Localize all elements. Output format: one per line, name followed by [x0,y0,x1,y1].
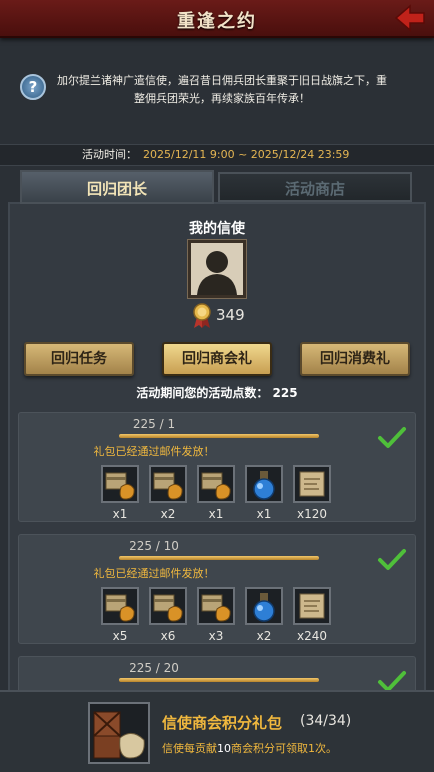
title-bar: 重逢之约 [0,0,434,38]
reward-tier: 225 / 1 礼包已经通过邮件发放！ x1 x2 x1 x1 x120 [18,412,416,522]
item-quantity: x240 [296,629,327,643]
messenger-portrait[interactable] [188,240,246,298]
medal-icon [193,303,211,328]
progress-bar [119,678,319,682]
returning-chamber-gift-button[interactable]: 回归商会礼 [162,342,272,376]
scroll-map-item[interactable] [293,587,331,625]
progress-bar [119,556,319,560]
reward-status: 礼包已经通过邮件发放！ [93,567,215,580]
messenger-score: 349 [216,306,245,324]
gift-pack-description-suffix: 商会积分可领取1次。 [231,742,337,755]
item-quantity: x2 [160,507,176,521]
item-quantity: x1 [256,507,272,521]
checkmark-icon [378,427,406,448]
gift-pack-description-prefix: 信使每贡献 [162,742,217,755]
gift-pack-description: 信使每贡献10商会积分可领取1次。 [162,740,337,756]
item-quantity: x3 [208,629,224,643]
item-quantity: x2 [256,629,272,643]
scroll-map-item[interactable] [293,465,331,503]
gift-pack-footer: 信使商会积分礼包 (34/34) 信使每贡献10商会积分可领取1次。 [0,690,434,772]
item-quantity: x6 [160,629,176,643]
event-time-label: 活动时间： [82,148,137,161]
progress-bar [119,434,319,438]
item-quantity: x1 [112,507,128,521]
checkmark-icon [378,549,406,570]
reward-progress: 225 / 1 [132,417,176,431]
returning-spend-gift-button[interactable]: 回归消费礼 [300,342,410,376]
chest-sack-item[interactable] [197,587,235,625]
page-title: 重逢之约 [177,11,257,32]
reward-tier: 225 / 10 礼包已经通过邮件发放！ x5 x6 x3 x2 x240 [18,534,416,644]
chest-sack-item[interactable] [197,465,235,503]
chest-sack-item[interactable] [101,587,139,625]
gift-pack-description-number: 10 [217,742,231,755]
returning-task-button[interactable]: 回归任务 [24,342,134,376]
item-quantity: x1 [208,507,224,521]
chest-sack-item[interactable] [149,465,187,503]
tab-returning-leader[interactable]: 回归团长 [20,170,214,204]
event-time-value: 2025/12/11 9:00 ~ 2025/12/24 23:59 [143,148,350,161]
chest-sack-item[interactable] [149,587,187,625]
back-arrow-icon[interactable] [394,4,426,32]
event-description-text: 加尔提兰诸神广遣信使，遍召昔日佣兵团长重聚于旧日战旗之下，重整佣兵团荣光，再续家… [57,74,387,105]
reward-progress: 225 / 20 [129,661,179,675]
gift-pack-title: 信使商会积分礼包 [162,714,283,732]
reward-progress: 225 / 10 [129,539,179,553]
silhouette-icon [197,251,237,295]
reward-status: 礼包已经通过邮件发放！ [93,445,215,458]
activity-points: 活动期间您的活动点数： 225 [136,386,298,400]
event-description: ? 加尔提兰诸神广遣信使，遍召昔日佣兵团长重聚于旧日战旗之下，重整佣兵团荣光，再… [8,60,426,122]
gift-pack-icon[interactable] [88,702,150,764]
tab-event-shop[interactable]: 活动商店 [218,172,412,202]
chest-sack-item[interactable] [101,465,139,503]
item-quantity: x120 [296,507,327,521]
tab-bar: 回归团长 活动商店 [18,170,416,204]
potion-item[interactable] [245,587,283,625]
event-time-bar: 活动时间： 2025/12/11 9:00 ~ 2025/12/24 23:59 [0,144,434,166]
gift-pack-count: (34/34) [300,713,352,729]
potion-item[interactable] [245,465,283,503]
item-quantity: x5 [112,629,128,643]
messenger-heading: 我的信使 [189,221,245,237]
question-icon[interactable]: ? [20,74,46,100]
